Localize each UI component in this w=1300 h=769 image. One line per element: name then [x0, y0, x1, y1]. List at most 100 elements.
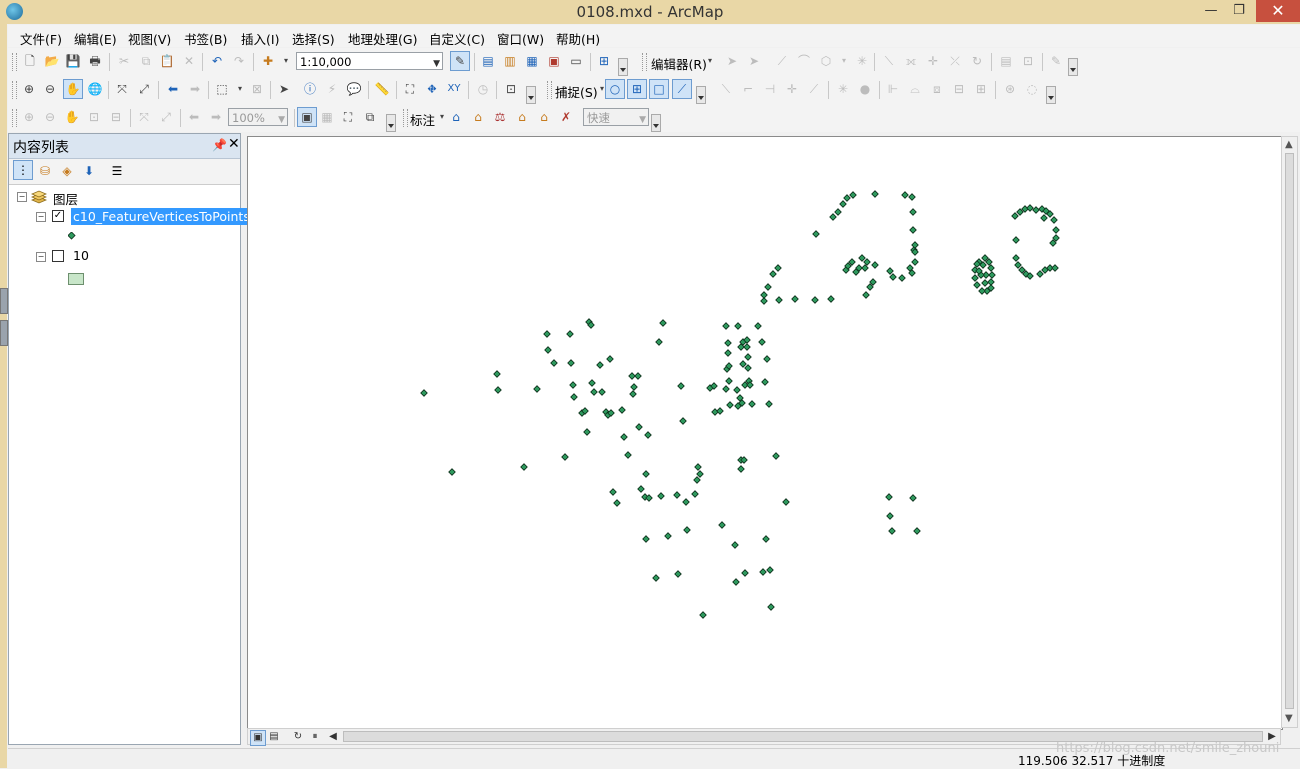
- vertex-point[interactable]: [716, 407, 724, 415]
- vertex-point[interactable]: [767, 603, 775, 611]
- vertex-point[interactable]: [644, 431, 652, 439]
- collapse-icon[interactable]: −: [36, 212, 46, 222]
- vertex-point[interactable]: [569, 381, 577, 389]
- vertex-point[interactable]: [642, 535, 650, 543]
- measure-icon[interactable]: 📏: [374, 81, 390, 97]
- align-edge-icon[interactable]: ⊟: [951, 81, 967, 97]
- vertex-point[interactable]: [759, 568, 767, 576]
- view-unplaced-labels-icon[interactable]: ✗: [558, 109, 574, 125]
- vertex-point[interactable]: [544, 346, 552, 354]
- vertex-point[interactable]: [763, 355, 771, 363]
- vertex-point[interactable]: [774, 264, 782, 272]
- find-route-icon[interactable]: ⛖: [424, 81, 440, 97]
- layout-pan-icon[interactable]: ✋: [64, 109, 80, 125]
- vertex-point[interactable]: [561, 453, 569, 461]
- vertex-point[interactable]: [1040, 214, 1048, 222]
- point-icon[interactable]: ✳: [854, 53, 870, 69]
- vertex-point[interactable]: [609, 488, 617, 496]
- vertex-point[interactable]: [1026, 204, 1034, 212]
- menu-help[interactable]: 帮助(H): [556, 29, 600, 48]
- vertex-point[interactable]: [971, 274, 979, 282]
- editor-toolbar-icon[interactable]: ✎: [450, 51, 470, 71]
- vertex-point[interactable]: [743, 343, 751, 351]
- vertex-snapping-icon[interactable]: □: [649, 79, 669, 99]
- vertex-point[interactable]: [652, 574, 660, 582]
- vertex-point[interactable]: [1050, 216, 1058, 224]
- menu-windows[interactable]: 窗口(W): [497, 29, 544, 48]
- list-by-source-icon[interactable]: ⛁: [36, 162, 54, 180]
- toc-window-icon[interactable]: ▤: [480, 53, 496, 69]
- toc-close-icon[interactable]: ✕: [228, 136, 240, 152]
- vertex-point[interactable]: [694, 463, 702, 471]
- layout-fixed-zoom-in-icon[interactable]: ⤧: [136, 109, 152, 125]
- vertex-point[interactable]: [1051, 264, 1059, 272]
- toolbar-grip[interactable]: [642, 53, 647, 71]
- vertex-point[interactable]: [1012, 236, 1020, 244]
- vertex-point[interactable]: [766, 566, 774, 574]
- add-data-icon[interactable]: ✚: [260, 53, 276, 69]
- toolbar-overflow-icon[interactable]: [696, 86, 706, 104]
- arctoolbox-icon[interactable]: ▣: [546, 53, 562, 69]
- label-quality-combo[interactable]: 快速 ▼: [583, 108, 649, 126]
- vertex-point[interactable]: [629, 390, 637, 398]
- vertex-point[interactable]: [834, 208, 842, 216]
- vertex-point[interactable]: [664, 532, 672, 540]
- label-weight-icon[interactable]: ⚖: [492, 109, 508, 125]
- vertex-point[interactable]: [886, 512, 894, 520]
- vertex-point[interactable]: [657, 492, 665, 500]
- vertex-point[interactable]: [734, 322, 742, 330]
- map-vertical-scrollbar[interactable]: ▲ ▼: [1281, 136, 1298, 728]
- vertex-point[interactable]: [618, 406, 626, 414]
- vertex-point[interactable]: [590, 388, 598, 396]
- select-dropdown-icon[interactable]: ▾: [232, 81, 248, 97]
- zoom-in-icon[interactable]: ⊕: [21, 81, 37, 97]
- vertex-point[interactable]: [861, 264, 869, 272]
- vertex-point[interactable]: [725, 377, 733, 385]
- list-by-drawing-order-icon[interactable]: ⋮: [13, 160, 33, 180]
- vertex-point[interactable]: [1032, 206, 1040, 214]
- undo-icon[interactable]: ↶: [209, 53, 225, 69]
- delete-icon[interactable]: ✕: [181, 53, 197, 69]
- georeference-icon[interactable]: ⊛: [1002, 81, 1018, 97]
- menu-selection[interactable]: 选择(S): [292, 29, 335, 48]
- vertex-point[interactable]: [683, 526, 691, 534]
- close-button[interactable]: ✕: [1256, 0, 1300, 22]
- pin-icon[interactable]: 📌: [212, 138, 227, 152]
- vertex-point[interactable]: [420, 389, 428, 397]
- vertex-point[interactable]: [909, 226, 917, 234]
- endpoint-arc-icon[interactable]: ⌒: [796, 53, 812, 69]
- full-extent-icon[interactable]: 🌐: [87, 81, 103, 97]
- cut-icon[interactable]: ✂: [116, 53, 132, 69]
- zoom-out-icon[interactable]: ⊖: [42, 81, 58, 97]
- open-folder-icon[interactable]: 📂: [44, 53, 60, 69]
- edit-tool-icon[interactable]: ➤: [724, 53, 740, 69]
- list-by-visibility-icon[interactable]: ◈: [58, 162, 76, 180]
- vertex-point[interactable]: [886, 267, 894, 275]
- vertex-point[interactable]: [533, 385, 541, 393]
- toolbar-overflow-icon[interactable]: [386, 114, 396, 132]
- menu-file[interactable]: 文件(F): [20, 29, 62, 48]
- create-viewer-window-icon[interactable]: ⊡: [503, 81, 519, 97]
- vertex-point[interactable]: [871, 261, 879, 269]
- vertex-point[interactable]: [911, 258, 919, 266]
- toolbar-overflow-icon[interactable]: [1046, 86, 1056, 104]
- vertex-point[interactable]: [827, 295, 835, 303]
- editor-menu[interactable]: 编辑器(R): [651, 54, 707, 73]
- vertex-point[interactable]: [978, 287, 986, 295]
- find-binoculars-icon[interactable]: ⛶: [402, 81, 418, 97]
- reshape-icon[interactable]: ◌: [1024, 81, 1040, 97]
- vertex-point[interactable]: [699, 611, 707, 619]
- toolbar-overflow-icon[interactable]: [651, 114, 661, 132]
- vertex-point[interactable]: [909, 208, 917, 216]
- vertex-point[interactable]: [739, 360, 747, 368]
- polygon-symbol-icon[interactable]: [68, 273, 84, 285]
- vertex-point[interactable]: [583, 428, 591, 436]
- vertex-point[interactable]: [911, 241, 919, 249]
- vertex-point[interactable]: [624, 451, 632, 459]
- pause-labeling-icon[interactable]: ⌂: [536, 109, 552, 125]
- modelbuilder-icon[interactable]: ⊞: [596, 53, 612, 69]
- sketch-properties-icon[interactable]: ⊡: [1020, 53, 1036, 69]
- html-popup-icon[interactable]: 💬: [346, 81, 362, 97]
- vertex-point[interactable]: [761, 378, 769, 386]
- vertex-point[interactable]: [754, 322, 762, 330]
